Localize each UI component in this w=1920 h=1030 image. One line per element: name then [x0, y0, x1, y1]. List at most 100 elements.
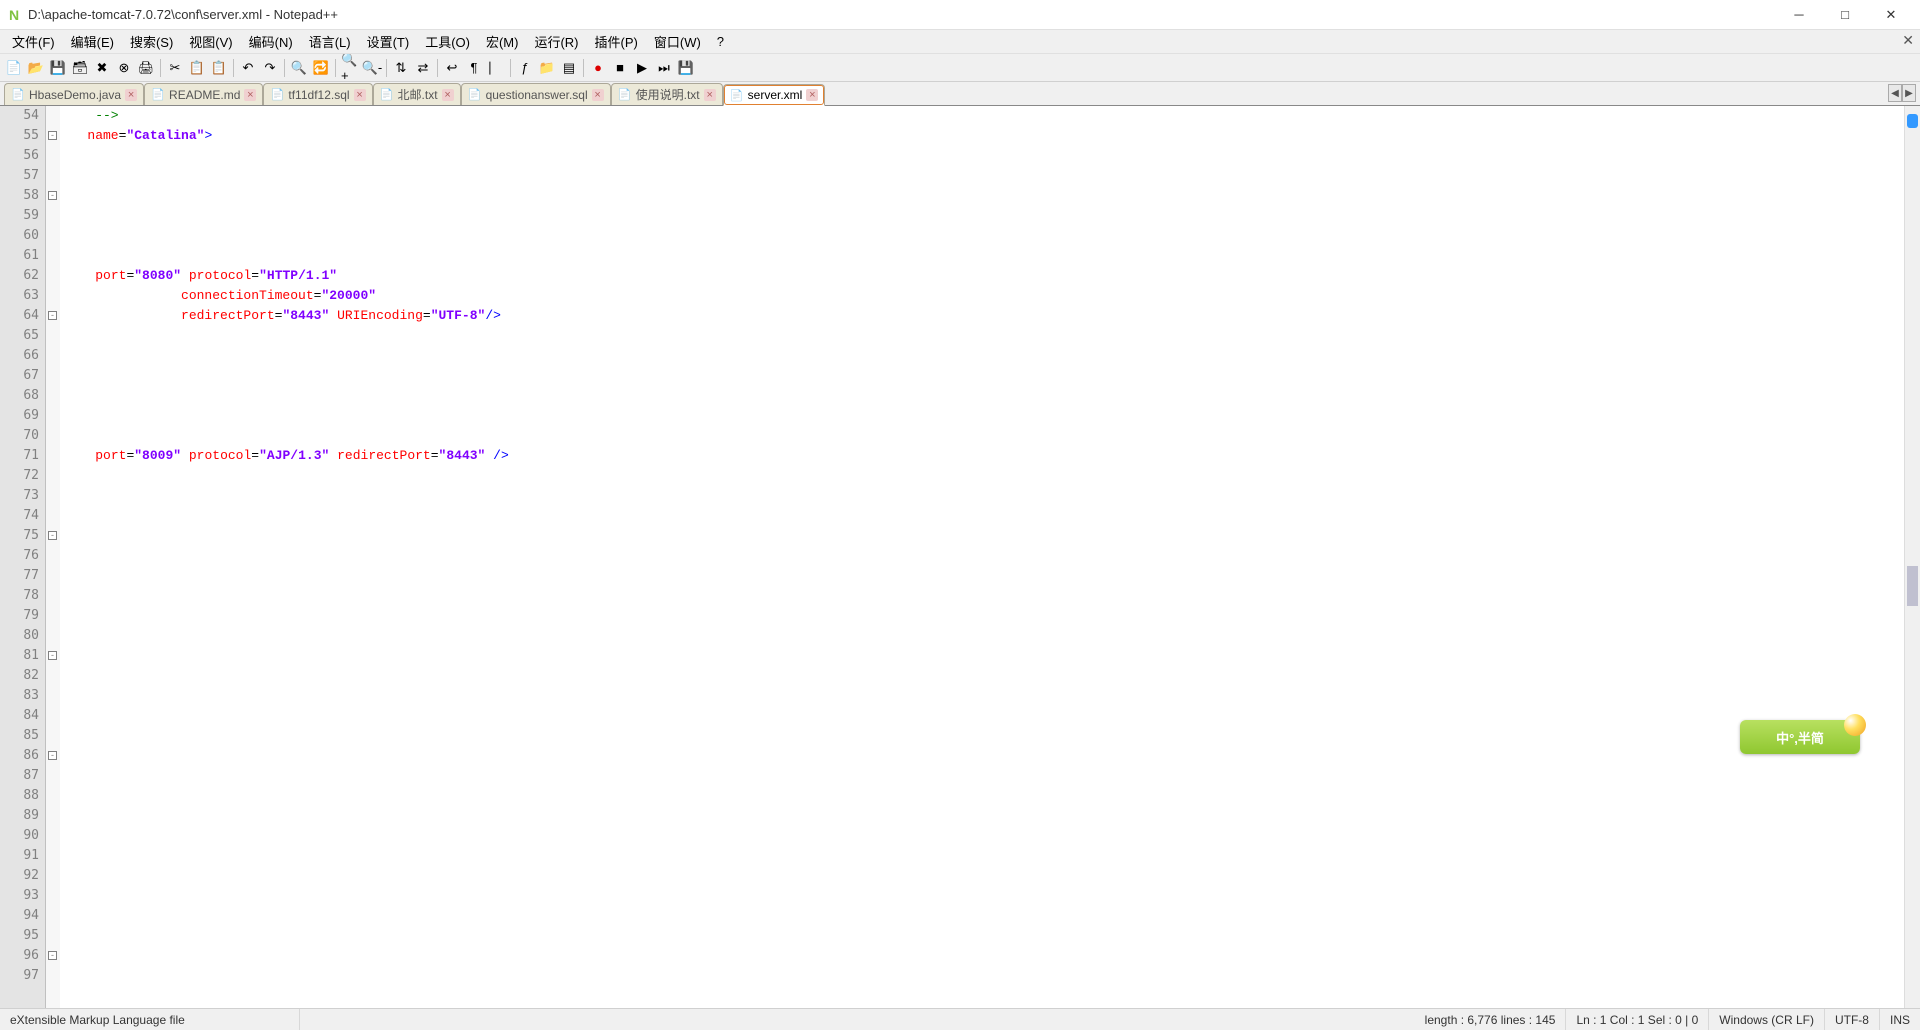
undo-icon[interactable]: ↶ [238, 58, 258, 78]
file-icon: 📄 [11, 88, 25, 102]
tab-close-icon[interactable]: × [354, 89, 366, 101]
fold-column[interactable]: - - - - - - - [46, 106, 60, 1008]
replace-icon[interactable]: 🔁 [311, 58, 331, 78]
tab-scroll-right-icon[interactable]: ▶ [1902, 84, 1916, 102]
doc-map-icon[interactable]: ▤ [559, 58, 579, 78]
func-list-icon[interactable]: ƒ [515, 58, 535, 78]
tab-close-icon[interactable]: × [125, 89, 137, 101]
run-multi-icon[interactable]: ⏭ [654, 58, 674, 78]
menu-search[interactable]: 搜索(S) [122, 30, 181, 53]
code-content[interactable]: --> name="Catalina"> port="8080" protoco… [60, 106, 1904, 1008]
zoom-out-icon[interactable]: 🔍- [362, 58, 382, 78]
copy-icon[interactable]: 📋 [187, 58, 207, 78]
status-filetype: eXtensible Markup Language file [0, 1009, 300, 1030]
tab-scroll-left-icon[interactable]: ◀ [1888, 84, 1902, 102]
menubar-close-icon[interactable]: ✕ [1902, 32, 1914, 49]
record-macro-icon[interactable]: ● [588, 58, 608, 78]
tab-label: HbaseDemo.java [29, 88, 121, 102]
menu-settings[interactable]: 设置(T) [359, 30, 418, 53]
tab-hbasedemo[interactable]: 📄 HbaseDemo.java × [4, 83, 144, 105]
paste-icon[interactable]: 📋 [209, 58, 229, 78]
status-insert-mode[interactable]: INS [1880, 1009, 1920, 1030]
status-eol[interactable]: Windows (CR LF) [1709, 1009, 1825, 1030]
menu-view[interactable]: 视图(V) [181, 30, 240, 53]
save-all-icon[interactable]: 🗃 [70, 58, 90, 78]
menu-tools[interactable]: 工具(O) [417, 30, 478, 53]
save-icon[interactable]: 💾 [48, 58, 68, 78]
menu-edit[interactable]: 编辑(E) [63, 30, 122, 53]
menu-encoding[interactable]: 编码(N) [241, 30, 301, 53]
tab-label: questionanswer.sql [486, 88, 588, 102]
sync-hscroll-icon[interactable]: ⇄ [413, 58, 433, 78]
scroll-overview-mark [1907, 566, 1918, 606]
scroll-thumb[interactable] [1907, 114, 1918, 128]
maximize-button[interactable]: □ [1822, 0, 1868, 30]
tab-server-xml[interactable]: 📄 server.xml × [723, 84, 826, 106]
zoom-in-icon[interactable]: 🔍+ [340, 58, 360, 78]
fold-toggle-icon[interactable]: - [48, 651, 57, 660]
open-file-icon[interactable]: 📂 [26, 58, 46, 78]
tab-close-icon[interactable]: × [244, 89, 256, 101]
show-all-chars-icon[interactable]: ¶ [464, 58, 484, 78]
tab-questionanswer[interactable]: 📄 questionanswer.sql × [461, 83, 611, 105]
tab-label: 北邮.txt [398, 86, 438, 103]
stop-macro-icon[interactable]: ■ [610, 58, 630, 78]
play-macro-icon[interactable]: ▶ [632, 58, 652, 78]
find-icon[interactable]: 🔍 [289, 58, 309, 78]
editor-area[interactable]: 5455565758596061626364656667686970717273… [0, 106, 1920, 1008]
tab-tf11df12[interactable]: 📄 tf11df12.sql × [263, 83, 372, 105]
save-macro-icon[interactable]: 💾 [676, 58, 696, 78]
menu-window[interactable]: 窗口(W) [646, 30, 709, 53]
print-icon[interactable]: 🖨 [136, 58, 156, 78]
file-icon: 📄 [270, 88, 284, 102]
tab-usage[interactable]: 📄 使用说明.txt × [611, 83, 723, 105]
ime-badge[interactable]: 中°,半简 [1740, 720, 1860, 754]
fold-toggle-icon[interactable]: - [48, 751, 57, 760]
tab-label: 使用说明.txt [636, 86, 700, 103]
tab-label: tf11df12.sql [288, 88, 349, 102]
file-icon: 📄 [730, 88, 744, 102]
fold-toggle-icon[interactable]: - [48, 531, 57, 540]
close-all-icon[interactable]: ⊗ [114, 58, 134, 78]
vertical-scrollbar[interactable] [1904, 106, 1920, 1008]
menu-file[interactable]: 文件(F) [4, 30, 63, 53]
tab-close-icon[interactable]: × [592, 89, 604, 101]
fold-toggle-icon[interactable]: - [48, 951, 57, 960]
toolbar: 📄 📂 💾 🗃 ✖ ⊗ 🖨 ✂ 📋 📋 ↶ ↷ 🔍 🔁 🔍+ 🔍- ⇅ ⇄ ↩ … [0, 54, 1920, 82]
minimize-button[interactable]: ─ [1776, 0, 1822, 30]
close-file-icon[interactable]: ✖ [92, 58, 112, 78]
window-title: D:\apache-tomcat-7.0.72\conf\server.xml … [28, 7, 338, 22]
file-icon: 📄 [151, 88, 165, 102]
file-icon: 📄 [618, 88, 632, 102]
menu-bar: 文件(F) 编辑(E) 搜索(S) 视图(V) 编码(N) 语言(L) 设置(T… [0, 30, 1920, 54]
indent-guide-icon[interactable]: ⎸ [486, 58, 506, 78]
fold-toggle-icon[interactable]: - [48, 191, 57, 200]
tab-close-icon[interactable]: × [704, 89, 716, 101]
ime-label: 中°,半简 [1776, 728, 1824, 747]
menu-plugins[interactable]: 插件(P) [587, 30, 646, 53]
tab-beiyou[interactable]: 📄 北邮.txt × [373, 83, 461, 105]
menu-help[interactable]: ? [709, 32, 732, 51]
status-encoding[interactable]: UTF-8 [1825, 1009, 1880, 1030]
close-button[interactable]: ✕ [1868, 0, 1914, 30]
fold-toggle-icon[interactable]: - [48, 131, 57, 140]
fold-toggle-icon[interactable]: - [48, 311, 57, 320]
status-bar: eXtensible Markup Language file length :… [0, 1008, 1920, 1030]
cut-icon[interactable]: ✂ [165, 58, 185, 78]
tab-label: server.xml [748, 88, 803, 102]
wordwrap-icon[interactable]: ↩ [442, 58, 462, 78]
menu-run[interactable]: 运行(R) [526, 30, 586, 53]
menu-language[interactable]: 语言(L) [301, 30, 359, 53]
tab-close-icon[interactable]: × [442, 89, 454, 101]
status-length: length : 6,776 lines : 145 [1415, 1009, 1567, 1030]
folder-view-icon[interactable]: 📁 [537, 58, 557, 78]
redo-icon[interactable]: ↷ [260, 58, 280, 78]
tab-close-icon[interactable]: × [806, 89, 818, 101]
tab-bar: 📄 HbaseDemo.java × 📄 README.md × 📄 tf11d… [0, 82, 1920, 106]
tab-label: README.md [169, 88, 240, 102]
tab-readme[interactable]: 📄 README.md × [144, 83, 263, 105]
sync-vscroll-icon[interactable]: ⇅ [391, 58, 411, 78]
menu-macro[interactable]: 宏(M) [478, 30, 527, 53]
new-file-icon[interactable]: 📄 [4, 58, 24, 78]
line-number-gutter: 5455565758596061626364656667686970717273… [0, 106, 46, 1008]
